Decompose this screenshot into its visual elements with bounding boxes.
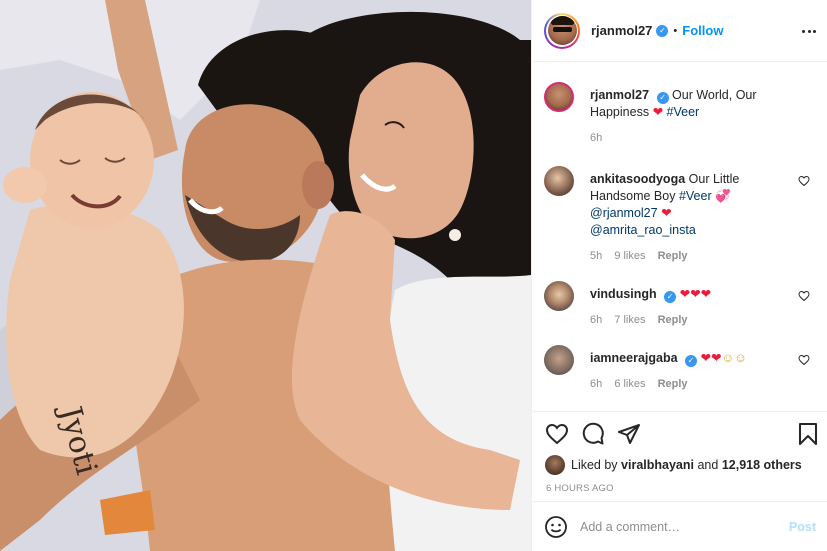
hearts-emoji: 💞 (715, 189, 731, 203)
commenter-avatar[interactable] (544, 281, 574, 311)
comment-time[interactable]: 5h (590, 250, 602, 262)
comment-likes[interactable]: 7 likes (614, 314, 645, 326)
caption-hashtag[interactable]: #Veer (667, 105, 700, 119)
liker-avatar[interactable] (545, 455, 565, 475)
hearts-emoji: ❤❤❤ (679, 287, 712, 301)
like-heart-icon[interactable] (545, 422, 569, 446)
comment-like-heart-icon[interactable] (798, 290, 810, 302)
post-timestamp[interactable]: 6 HOURS AGO (546, 483, 614, 494)
comment-like-heart-icon[interactable] (798, 175, 810, 187)
verified-badge-icon: ✓ (656, 92, 669, 104)
commenter-avatar[interactable] (544, 345, 574, 375)
caption-avatar[interactable] (544, 82, 574, 112)
reply-button[interactable]: Reply (658, 378, 688, 390)
add-comment-bar: Post (532, 501, 827, 551)
comment-hashtag[interactable]: #Veer (679, 189, 712, 203)
post-side-panel: rjanmol27 ✓ • Follow rjanmol27 ✓ Our Wor… (531, 0, 827, 551)
comment-likes[interactable]: 9 likes (614, 250, 645, 262)
verified-badge-icon: ✓ (685, 355, 698, 367)
post-header: rjanmol27 ✓ • Follow (532, 0, 827, 62)
reply-button[interactable]: Reply (658, 314, 688, 326)
comment-mention[interactable]: @rjanmol27 (590, 206, 658, 220)
likes-others-count[interactable]: 12,918 others (722, 458, 802, 472)
commenter-username[interactable]: vindusingh (590, 287, 657, 301)
family-photo-illustration: Jyoti (0, 0, 531, 551)
post-actions: Liked by viralbhayani and 12,918 others … (532, 411, 827, 501)
heart-emoji: ❤ (661, 206, 672, 220)
reply-button[interactable]: Reply (658, 250, 688, 262)
commenter-username[interactable]: ankitasoodyoga (590, 172, 685, 186)
comment-time[interactable]: 6h (590, 378, 602, 390)
post-photo[interactable]: Jyoti (0, 0, 531, 551)
liker-username[interactable]: viralbhayani (621, 458, 694, 472)
heart-emoji: ❤ (652, 105, 664, 119)
hearts-emoji: ❤❤ (700, 351, 722, 365)
comment-likes[interactable]: 6 likes (614, 378, 645, 390)
commenter-username[interactable]: iamneerajgaba (590, 351, 678, 365)
post-comment-button[interactable]: Post (789, 520, 816, 534)
follow-button[interactable]: Follow (682, 23, 723, 38)
comment-like-heart-icon[interactable] (798, 354, 810, 366)
likes-summary: Liked by viralbhayani and 12,918 others (545, 455, 802, 475)
save-bookmark-icon[interactable] (796, 422, 820, 446)
caption-time[interactable]: 6h (590, 132, 602, 144)
author-username[interactable]: rjanmol27 (591, 23, 652, 38)
share-paper-plane-icon[interactable] (617, 422, 641, 446)
add-comment-input[interactable] (580, 519, 789, 534)
comment-time[interactable]: 6h (590, 314, 602, 326)
verified-badge-icon: ✓ (664, 291, 677, 303)
liked-by-prefix: Liked by (571, 458, 618, 472)
comments-section[interactable]: rjanmol27 ✓ Our World, Our Happiness ❤ #… (532, 62, 827, 411)
caption-username[interactable]: rjanmol27 (590, 88, 649, 102)
smile-emoji: ☺☺ (721, 351, 747, 365)
verified-badge-icon: ✓ (656, 24, 669, 37)
separator-dot: • (673, 24, 678, 37)
more-options-icon[interactable] (800, 22, 818, 40)
likes-and: and (697, 458, 719, 472)
comment-mention[interactable]: @amrita_rao_insta (590, 223, 696, 237)
author-avatar (547, 16, 577, 45)
comment-bubble-icon[interactable] (581, 422, 605, 446)
instagram-post: Jyoti rjanmol27 ✓ • Follow rjanmol27 ✓ O… (0, 0, 827, 551)
emoji-smiley-icon[interactable] (544, 515, 568, 539)
author-avatar-ring[interactable] (544, 12, 580, 49)
commenter-avatar[interactable] (544, 166, 574, 196)
